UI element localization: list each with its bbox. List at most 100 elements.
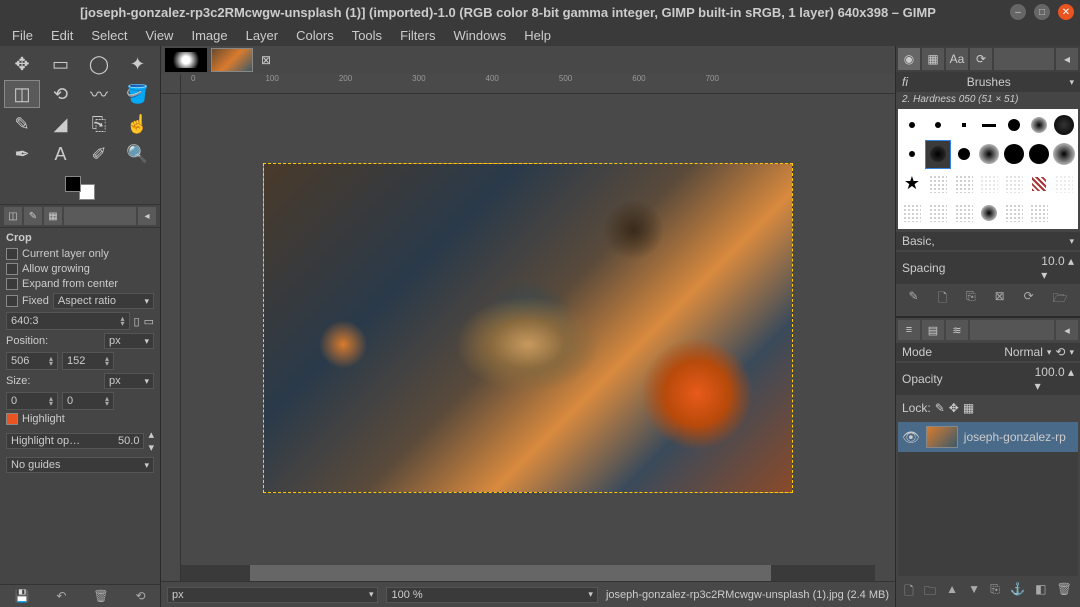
save-preset-icon[interactable]: 💾	[14, 589, 29, 603]
pos-x-input[interactable]: 506▴▾	[6, 352, 58, 370]
tool-rect-select[interactable]: ▭	[43, 50, 79, 78]
opacity-value[interactable]: 100.0	[1035, 365, 1065, 379]
tool-smudge[interactable]: ☝	[120, 110, 156, 138]
guides-select[interactable]: No guides▾	[6, 457, 154, 473]
cb-highlight[interactable]	[6, 413, 18, 425]
ruler-origin[interactable]	[161, 74, 181, 94]
layer-dock-menu-icon[interactable]: ◂	[1056, 320, 1078, 340]
portrait-icon[interactable]: ▯	[134, 315, 140, 328]
tab-device[interactable]: ✎	[24, 207, 42, 225]
tool-fuzzy-select[interactable]: ✦	[120, 50, 156, 78]
horizontal-scrollbar[interactable]	[181, 565, 875, 581]
image-tab[interactable]	[211, 48, 253, 72]
minimize-button[interactable]: –	[1010, 4, 1026, 20]
tab-brushes[interactable]: ◉	[898, 48, 920, 70]
menu-colors[interactable]: Colors	[288, 26, 342, 45]
tool-free-select[interactable]: ◯	[81, 50, 117, 78]
brush-grid[interactable]: ★	[898, 109, 1078, 229]
layer-thumbnail[interactable]	[926, 426, 958, 448]
tool-transform[interactable]: ⟲	[43, 80, 79, 108]
tab-fonts[interactable]: Aa	[946, 48, 968, 70]
close-tab-icon[interactable]: ⊠	[257, 53, 275, 67]
reset-icon[interactable]: ⟲	[135, 589, 145, 603]
del-brush-icon[interactable]: ⊠	[995, 289, 1005, 310]
aspect-ratio-input[interactable]: 640:3▴▾	[6, 312, 130, 330]
landscape-icon[interactable]: ▭	[144, 315, 154, 328]
tool-picker[interactable]: ✐	[81, 140, 117, 168]
menu-help[interactable]: Help	[516, 26, 559, 45]
menu-view[interactable]: View	[138, 26, 182, 45]
layer-item[interactable]: 👁 joseph-gonzalez-rp	[898, 422, 1078, 452]
lower-layer-icon[interactable]: ▼	[968, 582, 980, 603]
menu-filters[interactable]: Filters	[392, 26, 443, 45]
fixed-mode-select[interactable]: Aspect ratio▾	[53, 293, 154, 309]
merge-layer-icon[interactable]: ⚓	[1010, 582, 1025, 603]
open-brush-icon[interactable]: 🗁	[1053, 289, 1068, 310]
lock-position-icon[interactable]: ✥	[949, 401, 959, 415]
layer-group-icon[interactable]: 🗀	[924, 582, 936, 603]
tab-paths[interactable]: ≋	[946, 320, 968, 340]
bg-color[interactable]	[79, 184, 95, 200]
highlight-opacity-slider[interactable]: Highlight op…50.0	[6, 433, 144, 449]
menu-image[interactable]: Image	[183, 26, 235, 45]
zoom-select[interactable]: 100 %▾	[386, 587, 597, 603]
tool-brush[interactable]: ✎	[4, 110, 40, 138]
tab-channels[interactable]: ▤	[922, 320, 944, 340]
mode-reset-icon[interactable]: ⟲	[1055, 345, 1065, 359]
tab-layers[interactable]: ≡	[898, 320, 920, 340]
refresh-brush-icon[interactable]: ⟳	[1024, 289, 1034, 310]
new-layer-icon[interactable]: 🗋	[904, 582, 914, 603]
size-w-input[interactable]: 0▴▾	[6, 392, 58, 410]
menu-file[interactable]: File	[4, 26, 41, 45]
pos-y-input[interactable]: 152▴▾	[62, 352, 114, 370]
spacing-value[interactable]: 10.0	[1041, 254, 1064, 268]
tab-patterns[interactable]: ▦	[922, 48, 944, 70]
tool-move[interactable]: ✥	[4, 50, 40, 78]
new-brush-icon[interactable]: 🗋	[937, 289, 947, 310]
menu-tools[interactable]: Tools	[344, 26, 390, 45]
tool-clone[interactable]: ⎘	[81, 110, 117, 138]
delete-preset-icon[interactable]: 🗑	[93, 589, 108, 603]
color-indicator[interactable]	[0, 172, 160, 204]
close-button[interactable]: ✕	[1058, 4, 1074, 20]
menu-layer[interactable]: Layer	[238, 26, 287, 45]
tool-warp[interactable]: 〰	[81, 80, 117, 108]
edit-brush-icon[interactable]: ✎	[908, 289, 918, 310]
tool-bucket[interactable]: 🪣	[120, 80, 156, 108]
menu-select[interactable]: Select	[83, 26, 135, 45]
del-layer-icon[interactable]: 🗑	[1057, 582, 1072, 603]
canvas-image[interactable]	[263, 163, 793, 493]
dock-menu-icon[interactable]: ◂	[1056, 48, 1078, 70]
vertical-ruler[interactable]	[161, 94, 181, 581]
cb-allow-grow[interactable]	[6, 263, 18, 275]
cb-fixed[interactable]	[6, 295, 18, 307]
tab-images[interactable]: ▦	[44, 207, 62, 225]
tool-zoom[interactable]: 🔍	[120, 140, 156, 168]
tool-path[interactable]: ✒	[4, 140, 40, 168]
lock-pixels-icon[interactable]: ✎	[935, 401, 945, 415]
raise-layer-icon[interactable]: ▲	[946, 582, 958, 603]
brushes-menu-icon[interactable]: ▾	[1069, 77, 1074, 88]
tab-history[interactable]: ⟳	[970, 48, 992, 70]
menu-edit[interactable]: Edit	[43, 26, 81, 45]
position-unit[interactable]: px▾	[104, 333, 154, 349]
horizontal-ruler[interactable]: 0100200300400500600700	[181, 74, 895, 94]
size-h-input[interactable]: 0▴▾	[62, 392, 114, 410]
mask-layer-icon[interactable]: ◧	[1035, 582, 1046, 603]
lock-alpha-icon[interactable]: ▦	[963, 401, 974, 415]
tab-menu-icon[interactable]: ◂	[138, 207, 156, 225]
restore-preset-icon[interactable]: ↶	[56, 589, 66, 603]
brush-preset-select[interactable]: Basic,▾	[896, 232, 1080, 250]
mode-select[interactable]: Normal	[1004, 345, 1043, 359]
tab-tool-options[interactable]: ◫	[4, 207, 22, 225]
fg-color[interactable]	[65, 176, 81, 192]
tool-text[interactable]: A	[43, 140, 79, 168]
tool-crop[interactable]: ◫	[4, 80, 40, 108]
size-unit[interactable]: px▾	[104, 373, 154, 389]
maximize-button[interactable]: □	[1034, 4, 1050, 20]
menu-windows[interactable]: Windows	[445, 26, 514, 45]
cb-current-layer[interactable]	[6, 248, 18, 260]
layer-name[interactable]: joseph-gonzalez-rp	[964, 430, 1066, 444]
visibility-icon[interactable]: 👁	[902, 429, 920, 446]
dup-layer-icon[interactable]: ⎘	[990, 582, 1000, 603]
